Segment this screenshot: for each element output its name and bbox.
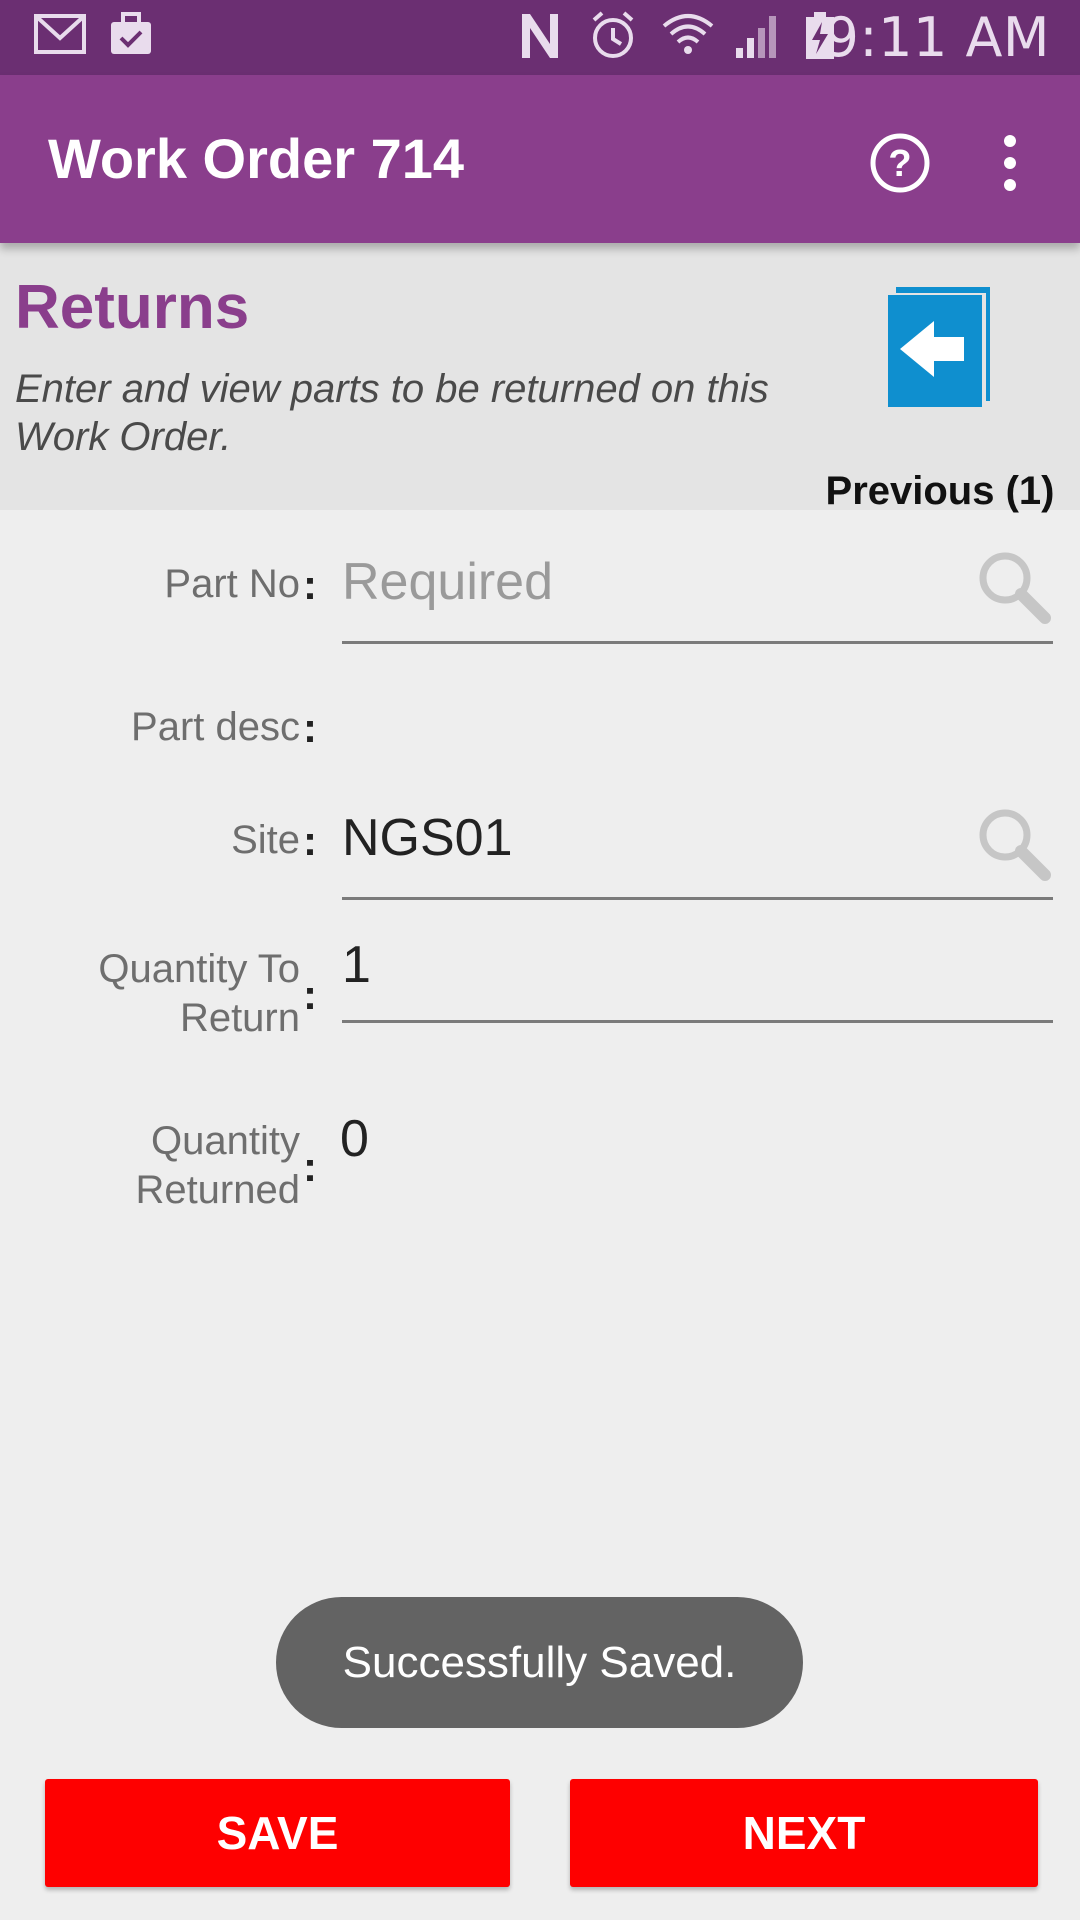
part-no-colon: : xyxy=(303,561,317,608)
part-no-placeholder: Required xyxy=(342,553,554,611)
previous-label: Previous (1) xyxy=(825,469,1055,513)
part-no-input[interactable]: Required xyxy=(342,540,1053,644)
page-title: Work Order 714 xyxy=(48,127,465,190)
next-button[interactable]: NEXT xyxy=(570,1779,1038,1887)
briefcase-check-icon xyxy=(108,10,154,63)
previous-button[interactable]: Previous (1) xyxy=(810,279,1070,513)
quantity-to-return-label: Quantity To Return xyxy=(98,947,300,1040)
site-label: Site xyxy=(231,818,300,862)
clock: 9:11 AM xyxy=(824,6,1050,69)
site-colon: : xyxy=(303,817,317,864)
nfc-icon xyxy=(516,10,564,67)
svg-text:?: ? xyxy=(888,143,911,185)
signal-icon xyxy=(732,10,784,67)
quantity-to-return-colon: : xyxy=(303,971,317,1018)
quantity-returned-label: Quantity Returned xyxy=(135,1119,300,1212)
quantity-returned-colon: : xyxy=(303,1143,317,1190)
toast-message: Successfully Saved. xyxy=(276,1597,803,1728)
app-bar: Work Order 714 ? xyxy=(0,75,1080,243)
alarm-icon xyxy=(588,10,638,67)
more-vert-icon[interactable] xyxy=(990,133,1030,193)
site-value: NGS01 xyxy=(342,809,513,867)
quantity-to-return-input[interactable]: 1 xyxy=(342,930,1053,1023)
section-header: Returns Enter and view parts to be retur… xyxy=(0,243,1080,513)
gmail-icon xyxy=(34,10,86,63)
quantity-returned-value: 0 xyxy=(340,1110,369,1168)
part-desc-colon: : xyxy=(303,704,317,751)
section-title: Returns xyxy=(15,273,250,342)
quantity-to-return-value: 1 xyxy=(342,936,371,994)
site-input[interactable]: NGS01 xyxy=(342,797,1053,900)
help-circle-icon[interactable]: ? xyxy=(868,131,932,195)
section-description: Enter and view parts to be returned on t… xyxy=(15,367,769,459)
back-arrow-icon xyxy=(878,285,994,414)
part-no-label: Part No xyxy=(164,562,300,606)
wifi-icon xyxy=(660,10,716,67)
part-no-search-icon[interactable] xyxy=(973,546,1053,626)
status-bar: 9:11 AM xyxy=(0,0,1080,75)
part-desc-label: Part desc xyxy=(131,705,300,749)
site-search-icon[interactable] xyxy=(973,803,1053,883)
save-button[interactable]: SAVE xyxy=(45,1779,510,1887)
